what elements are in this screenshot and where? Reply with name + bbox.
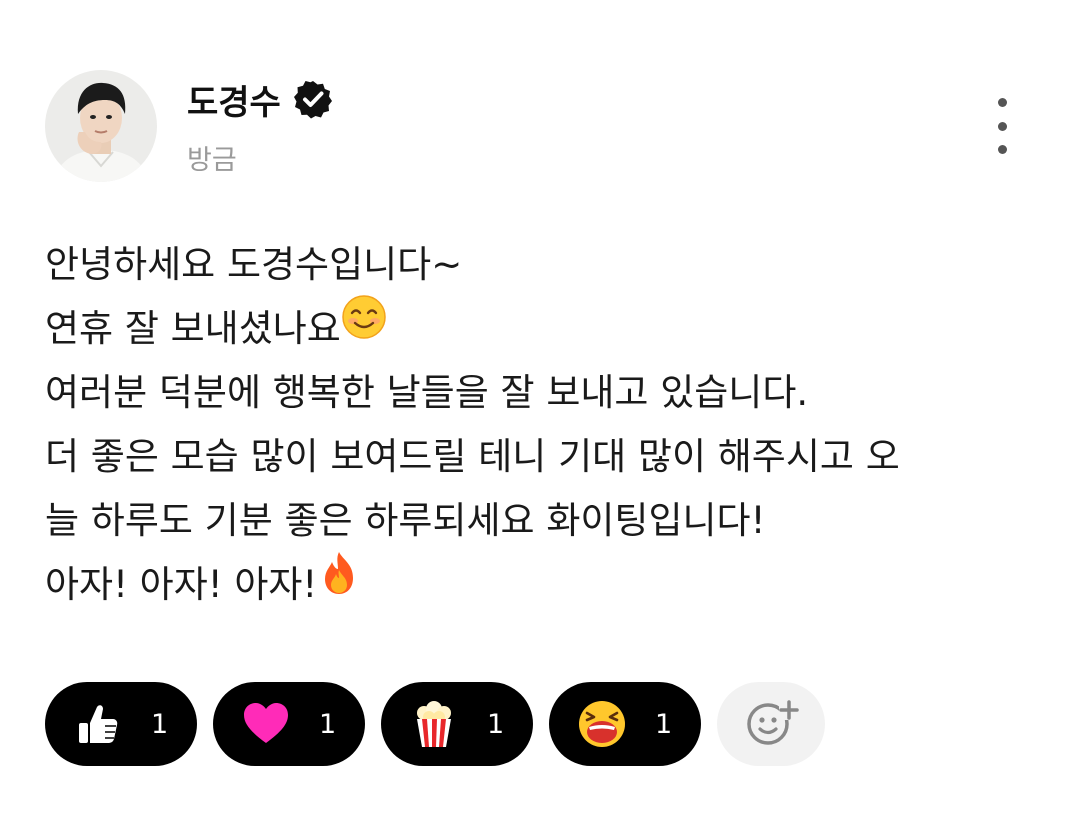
reaction-heart-button[interactable]: 1 xyxy=(213,682,365,766)
post-line: 여러분 덕분에 행복한 날들을 잘 보내고 있습니다. xyxy=(45,371,809,414)
smiling-face-emoji xyxy=(341,294,387,360)
post-line: 연휴 잘 보내셨나요 xyxy=(45,294,1035,361)
post-line: 늘 하루도 기분 좋은 하루되세요 화이팅입니다! xyxy=(45,499,766,542)
reaction-count: 1 xyxy=(151,708,169,740)
post-line: 아자! 아자! 아자! xyxy=(45,550,1035,617)
reaction-count: 1 xyxy=(319,708,337,740)
reaction-thumbs-up-button[interactable]: 1 xyxy=(45,682,197,766)
author-name[interactable]: 도경수 xyxy=(187,75,281,124)
post-body: 안녕하세요 도경수입니다~ 연휴 잘 보내셨나요 여러분 덕분에 행복한 날들을… xyxy=(45,233,1035,617)
timestamp: 방금 xyxy=(187,145,237,176)
heart-icon xyxy=(241,699,291,749)
reaction-popcorn-button[interactable]: 1 xyxy=(381,682,533,766)
post-card: 도경수 방금 안녕하세요 도경수입니다~ 연휴 잘 보내셨나요 여러분 덕분에 … xyxy=(0,0,1080,823)
add-reaction-icon xyxy=(743,694,799,754)
profile-photo-icon xyxy=(45,70,157,182)
reaction-count: 1 xyxy=(487,708,505,740)
laughing-face-icon xyxy=(577,699,627,749)
more-options-button[interactable] xyxy=(982,98,1022,154)
verified-badge-icon xyxy=(293,79,333,119)
post-line: 안녕하세요 도경수입니다~ xyxy=(45,243,463,286)
author-row: 도경수 xyxy=(187,75,333,124)
thumbs-up-icon xyxy=(73,699,123,749)
reaction-laughing-button[interactable]: 1 xyxy=(549,682,701,766)
reaction-bar: 1 1 1 1 xyxy=(45,682,825,766)
fire-emoji xyxy=(317,550,361,616)
reaction-count: 1 xyxy=(655,708,673,740)
more-vertical-icon xyxy=(997,98,1007,107)
avatar[interactable] xyxy=(45,70,157,182)
popcorn-icon xyxy=(409,699,459,749)
post-line: 더 좋은 모습 많이 보여드릴 테니 기대 많이 해주시고 오 xyxy=(45,435,900,478)
add-reaction-button[interactable] xyxy=(717,682,825,766)
